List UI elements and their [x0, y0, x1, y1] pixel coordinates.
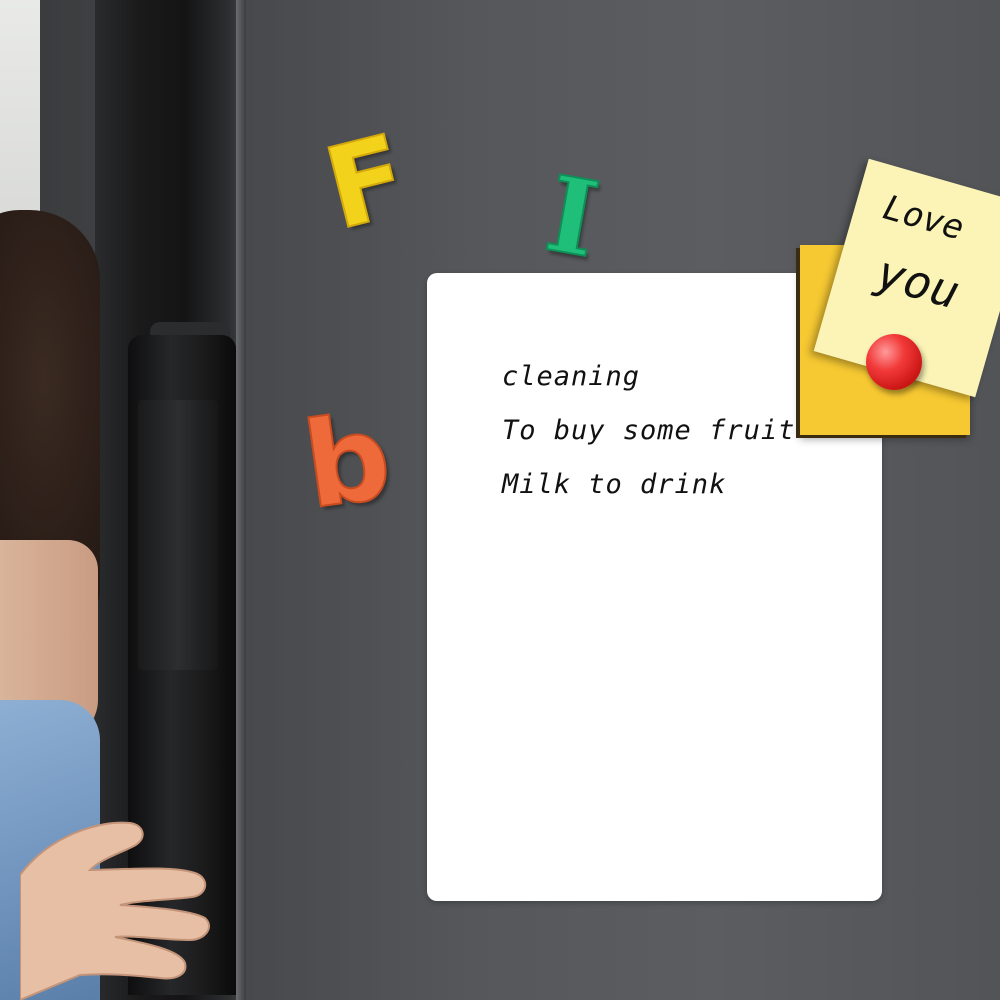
fridge-handle-grip — [138, 400, 218, 670]
whiteboard-note-line: To buy some fruit — [502, 415, 796, 446]
sticky-note-line-1: Love — [878, 187, 969, 249]
fridge-scene: F I b cleaning To buy some fruit Milk to… — [0, 0, 1000, 1000]
whiteboard-note-line: Milk to drink — [502, 469, 727, 500]
whiteboard-note-line: cleaning — [502, 361, 641, 392]
sticky-note-line-2: you — [870, 244, 966, 320]
fridge-door-edge — [236, 0, 246, 1000]
person-hand — [20, 821, 210, 1000]
push-pin-magnet-icon — [866, 334, 922, 390]
